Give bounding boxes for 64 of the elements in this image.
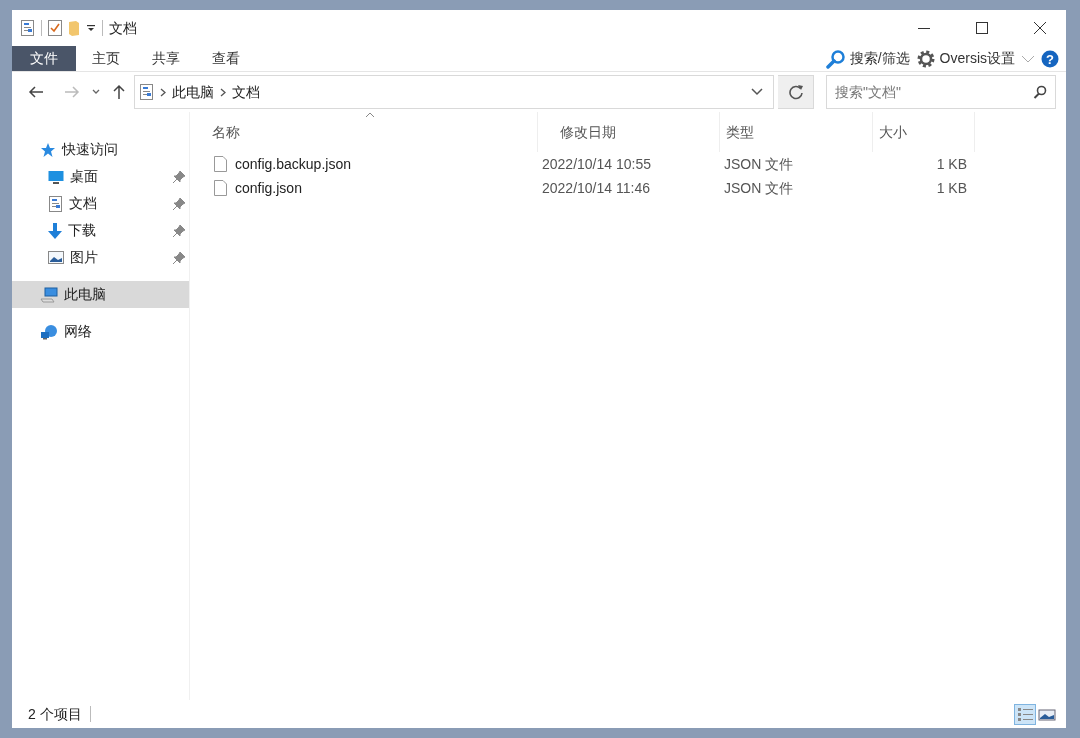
sidebar-item[interactable]: 下载: [12, 217, 189, 244]
file-icon: [214, 156, 227, 172]
document-icon: [48, 195, 63, 212]
file-name[interactable]: config.json: [235, 177, 302, 199]
chevron-right-icon: [160, 87, 166, 97]
settings-icon: [915, 48, 936, 69]
refresh-button[interactable]: [778, 75, 814, 109]
sidebar-item[interactable]: 网络: [12, 318, 189, 345]
sidebar-item[interactable]: 快速访问: [12, 136, 189, 163]
ribbon-tab[interactable]: 共享: [136, 46, 196, 71]
search-field[interactable]: 搜索"文档": [826, 75, 1056, 109]
document-icon: [20, 20, 35, 36]
file-row[interactable]: config.json: [190, 177, 538, 199]
date-cell: 2022/10/14 11:46: [542, 179, 650, 196]
column-header[interactable]: 类型: [720, 112, 873, 152]
ribbon-command[interactable]: Oversis设置: [912, 46, 1018, 71]
type-cell: JSON 文件: [724, 179, 794, 196]
laptop-icon: [40, 286, 58, 303]
refresh-icon: [787, 84, 804, 100]
view-button[interactable]: [1014, 703, 1036, 725]
checklist-icon[interactable]: [48, 20, 62, 36]
up-arrow-icon: [112, 84, 126, 100]
file-row[interactable]: config.backup.json: [190, 153, 538, 175]
file-icon: [214, 180, 227, 196]
column-header[interactable]: 修改日期: [538, 112, 720, 152]
document-icon: [139, 84, 154, 100]
forward-arrow-icon: [64, 85, 80, 99]
star-icon: [40, 141, 56, 158]
address-field[interactable]: 此电脑 文档: [134, 75, 774, 109]
chevron-right-icon: [220, 87, 226, 97]
sidebar-item[interactable]: 桌面: [12, 163, 189, 190]
close-icon: [1034, 22, 1046, 34]
ribbon-tab[interactable]: 主页: [76, 46, 136, 71]
chevron-down-icon: [92, 89, 100, 95]
date-cell: 2022/10/14 10:55: [542, 155, 651, 172]
column-header[interactable]: 大小: [873, 112, 975, 152]
sidebar-item[interactable]: 此电脑: [12, 281, 189, 308]
ribbon-tab[interactable]: 查看: [196, 46, 256, 71]
details-view-icon: [1016, 705, 1034, 723]
item-count: 2 个项目: [28, 704, 82, 724]
breadcrumb-item[interactable]: 文档: [232, 81, 260, 103]
ribbon-command[interactable]: 搜索/筛选: [822, 46, 913, 71]
size-cell: 1 KB: [936, 155, 967, 172]
chevron-down-icon[interactable]: [751, 88, 763, 96]
file-name[interactable]: config.backup.json: [235, 153, 351, 175]
back-arrow-icon: [28, 85, 44, 99]
column-header[interactable]: 名称: [190, 112, 538, 152]
sidebar-item[interactable]: 图片: [12, 244, 189, 271]
picture-icon: [48, 251, 64, 264]
size-cell: 1 KB: [936, 179, 967, 196]
sidebar-item[interactable]: 文档: [12, 190, 189, 217]
sort-ascending-icon: [365, 112, 375, 118]
type-cell: JSON 文件: [724, 155, 794, 172]
window-title: 文档: [109, 18, 137, 38]
monitor-icon: [48, 169, 64, 184]
network-icon: [40, 323, 58, 340]
ribbon-tab[interactable]: 文件: [12, 46, 76, 71]
search-icon: [825, 48, 846, 69]
down-arrow-icon: [48, 222, 62, 239]
search-icon: [1033, 85, 1047, 99]
chevron-down-icon: [1021, 53, 1035, 64]
breadcrumb-item[interactable]: 此电脑: [172, 81, 214, 103]
dropdown-icon[interactable]: [86, 23, 96, 33]
maximize-icon: [976, 22, 988, 34]
